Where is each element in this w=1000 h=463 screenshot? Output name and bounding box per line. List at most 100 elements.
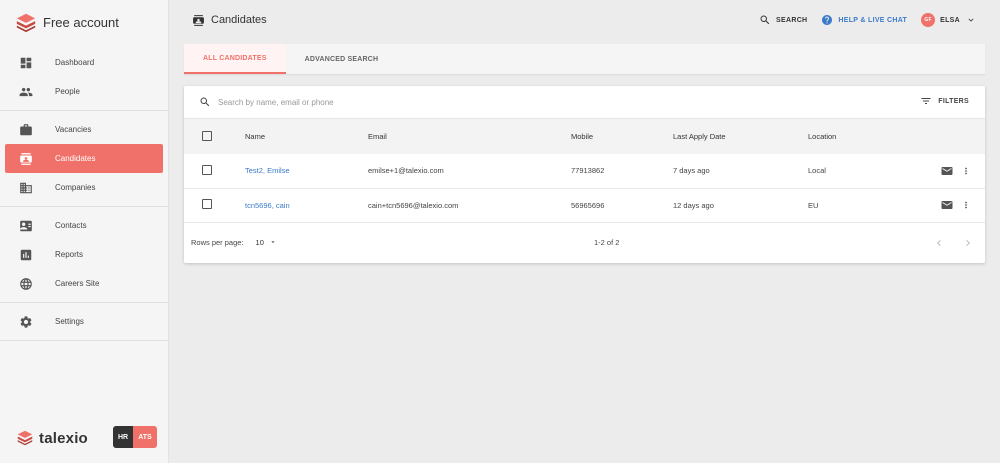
chevron-left-icon: [937, 240, 941, 246]
candidate-icon: [193, 14, 204, 26]
global-search-button[interactable]: SEARCH: [759, 14, 807, 26]
sidebar-footer: talexio HR ATS: [0, 413, 169, 463]
search-icon: [760, 15, 770, 25]
briefcase-icon: [19, 123, 33, 137]
sidebar-item-people[interactable]: People: [5, 77, 163, 106]
user-name: ELSA: [940, 16, 960, 24]
candidates-table: Name Email Mobile Last Apply Date Locati…: [184, 119, 985, 223]
sidebar-item-label: Contacts: [55, 221, 87, 230]
row-checkbox[interactable]: [202, 164, 212, 175]
more-vert-icon[interactable]: [961, 165, 971, 177]
contact-card-icon: [19, 219, 33, 233]
sidebar-item-label: Companies: [55, 183, 96, 192]
candidate-email: emilse+1@talexio.com: [368, 166, 444, 176]
tab-advanced-search[interactable]: ADVANCED SEARCH: [286, 44, 398, 74]
sidebar: Free account Dashboard People Vacancies …: [0, 0, 169, 463]
candidate-last-apply: 12 days ago: [673, 200, 714, 210]
row-actions: [918, 199, 985, 211]
mail-icon[interactable]: [941, 200, 953, 210]
nav-group-recruitment: Vacancies Candidates Companies: [0, 111, 168, 207]
column-header-location[interactable]: Location: [808, 119, 918, 154]
nav-group-other: Contacts Reports Careers Site: [0, 207, 168, 303]
chart-icon: [19, 248, 33, 262]
column-header-mobile[interactable]: Mobile: [571, 119, 673, 154]
hr-badge: HR: [113, 426, 133, 448]
search-bar: FILTERS: [184, 86, 985, 119]
mail-icon[interactable]: [941, 166, 953, 176]
table-row: Test2, Emilse emilse+1@talexio.com 77913…: [184, 154, 985, 188]
more-vert-icon[interactable]: [961, 199, 971, 211]
gear-icon: [19, 315, 33, 329]
search-label: SEARCH: [776, 16, 808, 24]
sidebar-item-reports[interactable]: Reports: [5, 240, 163, 269]
sidebar-item-careers-site[interactable]: Careers Site: [5, 269, 163, 298]
hr-ats-badge: HR ATS: [113, 426, 157, 448]
sidebar-item-label: People: [55, 87, 80, 96]
header-actions: SEARCH HELP & LIVE CHAT GF ELSA: [745, 0, 976, 40]
nav-group-settings: Settings: [0, 303, 168, 341]
brand: Free account: [0, 0, 168, 44]
page-title-text: Candidates: [211, 14, 267, 26]
sidebar-item-vacancies[interactable]: Vacancies: [5, 115, 163, 144]
sidebar-item-settings[interactable]: Settings: [5, 307, 163, 336]
previous-page-button[interactable]: [933, 236, 945, 248]
filter-icon: [921, 98, 931, 104]
sidebar-item-dashboard[interactable]: Dashboard: [5, 48, 163, 77]
talexio-footer-logo-icon: [17, 430, 33, 446]
chevron-right-icon: [966, 240, 970, 246]
candidate-mobile: 77913862: [571, 166, 605, 176]
tab-all-candidates[interactable]: ALL CANDIDATES: [184, 44, 286, 74]
sidebar-item-contacts[interactable]: Contacts: [5, 211, 163, 240]
help-icon: [822, 15, 833, 25]
dashboard-icon: [19, 56, 33, 70]
search-input[interactable]: [218, 97, 718, 107]
candidate-name-link[interactable]: tcn5696, cain: [245, 201, 290, 210]
row-actions: [918, 165, 985, 177]
search-icon: [200, 97, 210, 107]
pagination-range: 1-2 of 2: [594, 237, 620, 247]
sidebar-item-companies[interactable]: Companies: [5, 173, 163, 202]
talexio-logo-icon: [16, 13, 36, 33]
filters-label: FILTERS: [938, 97, 969, 105]
column-header-name[interactable]: Name: [245, 119, 368, 154]
ats-badge: ATS: [133, 426, 157, 448]
people-icon: [19, 85, 33, 99]
rows-per-page-label: Rows per page:: [191, 237, 244, 247]
candidate-tabs: ALL CANDIDATES ADVANCED SEARCH: [184, 44, 985, 74]
candidate-name-link[interactable]: Test2, Emilse: [245, 166, 290, 175]
candidate-last-apply: 7 days ago: [673, 166, 710, 176]
user-menu-button[interactable]: GF ELSA: [921, 13, 976, 27]
help-live-chat-button[interactable]: HELP & LIVE CHAT: [821, 14, 907, 26]
candidate-location: EU: [808, 200, 819, 210]
globe-icon: [19, 277, 33, 291]
select-all-checkbox[interactable]: [202, 130, 212, 141]
sidebar-item-label: Settings: [55, 317, 84, 326]
sidebar-item-label: Careers Site: [55, 279, 100, 288]
top-header: Candidates SEARCH HELP & LIVE CHAT GF EL…: [170, 0, 1000, 40]
sidebar-item-candidates[interactable]: Candidates: [5, 144, 163, 173]
candidates-card: FILTERS Name Email Mobile Last Apply Dat…: [184, 86, 985, 263]
building-icon: [19, 181, 33, 195]
table-header-row: Name Email Mobile Last Apply Date Locati…: [184, 119, 985, 154]
candidate-icon: [19, 152, 33, 166]
avatar: GF: [921, 13, 936, 27]
account-type-label: Free account: [43, 14, 119, 30]
row-checkbox[interactable]: [202, 199, 212, 209]
column-header-email[interactable]: Email: [368, 119, 571, 154]
column-header-last-apply-date[interactable]: Last Apply Date: [673, 119, 808, 154]
chevron-down-icon: [968, 18, 974, 22]
next-page-button[interactable]: [962, 236, 974, 248]
candidate-location: Local: [808, 166, 826, 176]
candidate-mobile: 56965696: [571, 200, 605, 210]
dropdown-arrow-icon: [271, 241, 275, 243]
filters-button[interactable]: FILTERS: [920, 95, 969, 107]
sidebar-item-label: Reports: [55, 250, 84, 259]
pagination: Rows per page: 10 1-2 of 2: [184, 221, 985, 263]
candidate-email: cain+tcn5696@talexio.com: [368, 200, 459, 210]
rows-per-page-select[interactable]: 10: [256, 238, 277, 247]
help-label: HELP & LIVE CHAT: [838, 16, 908, 24]
rows-per-page-value: 10: [255, 237, 264, 247]
sidebar-item-label: Dashboard: [55, 58, 95, 67]
table-row: tcn5696, cain cain+tcn5696@talexio.com 5…: [184, 188, 985, 222]
page-title: Candidates: [192, 14, 267, 27]
